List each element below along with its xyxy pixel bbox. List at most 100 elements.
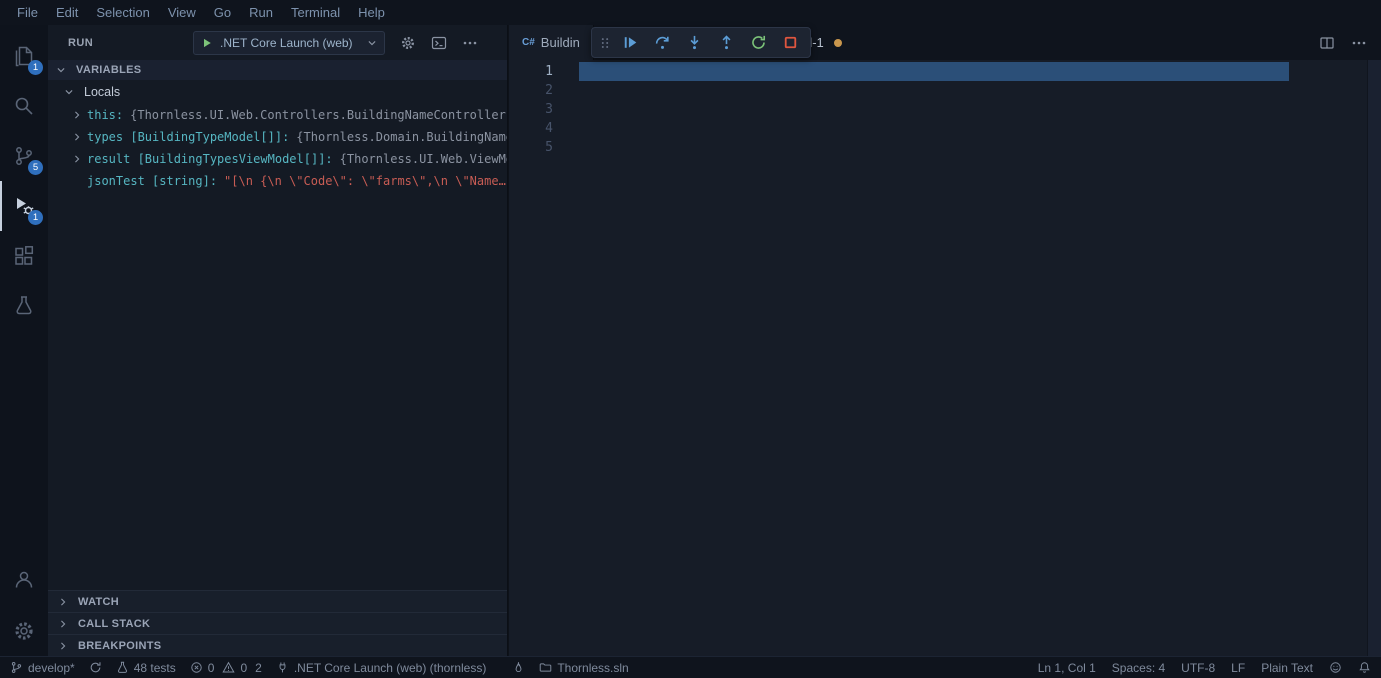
tab-label: Buildin: [540, 35, 580, 50]
language-mode-status[interactable]: Plain Text: [1261, 661, 1313, 675]
line-number-gutter: 1 2 3 4 5: [509, 62, 553, 157]
variable-row-result[interactable]: result [BuildingTypesViewModel[]]: {Thor…: [48, 148, 507, 170]
chevron-down-icon: [367, 38, 377, 48]
encoding-status[interactable]: UTF-8: [1181, 661, 1215, 675]
cursor-position-status[interactable]: Ln 1, Col 1: [1038, 661, 1096, 675]
language-mode: Plain Text: [1261, 660, 1313, 675]
locals-scope-label: Locals: [84, 85, 121, 99]
variable-row-types[interactable]: types [BuildingTypeModel[]]: {Thornless.…: [48, 126, 507, 148]
debug-toolbar[interactable]: [591, 27, 811, 58]
step-out-button[interactable]: [710, 29, 742, 56]
sync-status[interactable]: [89, 661, 102, 674]
eol-status[interactable]: LF: [1231, 661, 1245, 675]
feedback-status[interactable]: [1329, 661, 1342, 674]
errors-count: 0: [207, 660, 215, 675]
other-count: 2: [255, 660, 262, 675]
call-stack-section-header[interactable]: CALL STACK: [48, 612, 507, 634]
activity-extensions[interactable]: [0, 231, 48, 281]
split-editor-icon[interactable]: [1319, 35, 1335, 51]
drag-handle-icon[interactable]: [596, 35, 614, 51]
menu-bar: File Edit Selection View Go Run Terminal…: [0, 0, 1381, 25]
code-editor[interactable]: 1 2 3 4 5: [509, 60, 1381, 656]
launch-config-dropdown[interactable]: .NET Core Launch (web): [193, 30, 386, 55]
line-number: 2: [545, 83, 553, 98]
menu-file[interactable]: File: [8, 5, 47, 20]
menu-help[interactable]: Help: [349, 5, 394, 20]
chevron-down-icon: [56, 65, 71, 75]
variable-value: {Thornless.UI.Web.ViewModels.…: [339, 152, 507, 166]
chevron-right-icon: [58, 619, 73, 629]
notifications-status[interactable]: [1358, 661, 1371, 674]
locals-scope-row[interactable]: Locals: [48, 80, 507, 104]
menu-view[interactable]: View: [159, 5, 205, 20]
more-actions-icon[interactable]: [1351, 35, 1367, 51]
restart-button[interactable]: [742, 29, 774, 56]
current-line-highlight: [579, 62, 1289, 81]
run-panel-title: RUN: [68, 36, 94, 49]
tests-status[interactable]: 48 tests: [116, 661, 176, 675]
account-icon: [12, 567, 36, 591]
variable-row-this[interactable]: this: {Thornless.UI.Web.Controllers.Buil…: [48, 104, 507, 126]
variables-section-label: VARIABLES: [76, 64, 142, 76]
line-number: 1: [545, 64, 553, 79]
errors-status[interactable]: 0: [190, 660, 215, 675]
stop-button[interactable]: [774, 29, 806, 56]
collapsed-debug-panes: WATCH CALL STACK BREAKPOINTS: [48, 590, 507, 656]
extensions-icon: [12, 244, 36, 268]
warning-icon: [222, 661, 236, 674]
flame-icon: [512, 661, 525, 674]
variable-name: result [BuildingTypesViewModel[]]:: [87, 152, 333, 166]
variable-row-jsontest[interactable]: jsonTest [string]: "[\n {\n \"Code\": \"…: [48, 170, 507, 192]
other-count-status[interactable]: 2: [255, 661, 262, 675]
indentation-status[interactable]: Spaces: 4: [1112, 661, 1165, 675]
chevron-right-icon: [58, 641, 73, 651]
encoding: UTF-8: [1181, 660, 1216, 675]
modified-dot-icon: [833, 38, 842, 47]
solution-status[interactable]: Thornless.sln: [539, 660, 629, 675]
menu-run[interactable]: Run: [240, 5, 282, 20]
explorer-badge: 1: [28, 60, 43, 75]
solution-name: Thornless.sln: [557, 660, 629, 675]
activity-accounts[interactable]: [0, 554, 48, 604]
cursor-position: Ln 1, Col 1: [1037, 660, 1096, 675]
editor-scrollbar[interactable]: [1367, 60, 1381, 656]
more-views-icon[interactable]: [462, 35, 478, 51]
branch-name: develop*: [28, 660, 75, 675]
csharp-file-icon: C#: [522, 37, 535, 48]
menu-selection[interactable]: Selection: [87, 5, 158, 20]
error-icon: [190, 661, 203, 674]
hot-reload-status[interactable]: [512, 661, 525, 674]
activity-settings[interactable]: [0, 606, 48, 656]
activity-explorer[interactable]: 1: [0, 31, 48, 81]
debug-console-icon[interactable]: [431, 35, 447, 51]
menu-terminal[interactable]: Terminal: [282, 5, 349, 20]
git-branch-status[interactable]: develop*: [10, 661, 75, 675]
variables-section-header[interactable]: VARIABLES: [48, 60, 507, 80]
variable-name: types [BuildingTypeModel[]]:: [87, 130, 290, 144]
call-stack-section-label: CALL STACK: [78, 617, 151, 630]
debug-target-status[interactable]: .NET Core Launch (web) (thornless): [276, 661, 486, 675]
folder-icon: [539, 661, 552, 674]
configure-gear-icon[interactable]: [400, 35, 416, 51]
activity-source-control[interactable]: 5: [0, 131, 48, 181]
menu-edit[interactable]: Edit: [47, 5, 87, 20]
warnings-status[interactable]: 0: [222, 661, 247, 675]
variable-name: jsonTest [string]:: [87, 174, 218, 188]
activity-run-debug[interactable]: 1: [0, 181, 48, 231]
step-over-button[interactable]: [646, 29, 678, 56]
warnings-count: 0: [240, 660, 248, 675]
tab-building-file[interactable]: C# Buildin: [509, 25, 594, 60]
search-icon: [12, 94, 36, 118]
activity-testing[interactable]: [0, 281, 48, 331]
menu-go[interactable]: Go: [205, 5, 240, 20]
activity-search[interactable]: [0, 81, 48, 131]
breakpoints-section-header[interactable]: BREAKPOINTS: [48, 634, 507, 656]
watch-section-label: WATCH: [78, 595, 120, 608]
start-debug-icon[interactable]: [201, 37, 213, 49]
bell-icon: [1358, 661, 1371, 674]
variable-name: this:: [87, 108, 124, 122]
watch-section-header[interactable]: WATCH: [48, 590, 507, 612]
continue-button[interactable]: [614, 29, 646, 56]
debug-badge: 1: [28, 210, 43, 225]
step-into-button[interactable]: [678, 29, 710, 56]
